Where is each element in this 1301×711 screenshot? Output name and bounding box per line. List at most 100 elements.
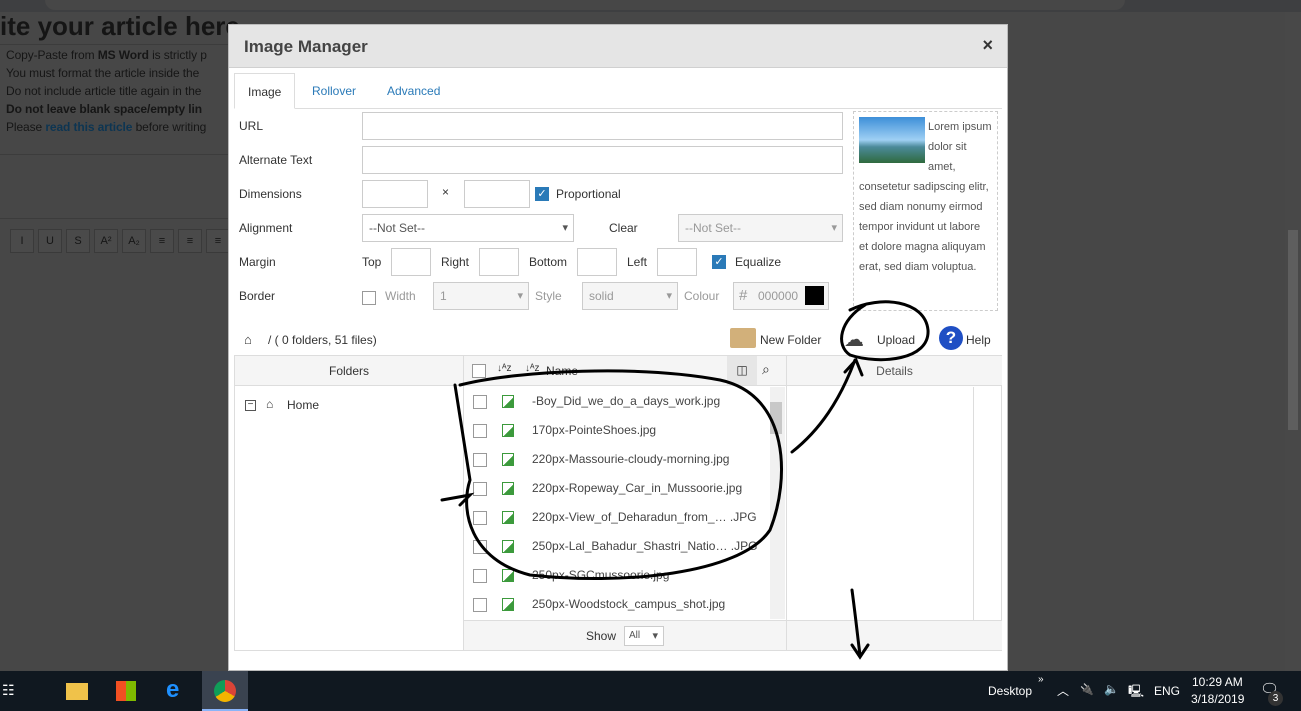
border-checkbox[interactable]	[362, 291, 376, 305]
alignment-select[interactable]: --Not Set--	[362, 214, 574, 242]
read-article-link[interactable]: read this article	[45, 120, 132, 134]
margin-left-input[interactable]	[657, 248, 697, 276]
network-icon[interactable]: 🖳	[1128, 682, 1144, 703]
file-name[interactable]: 220px-Ropeway_Car_in_Mussoorie.jpg	[532, 481, 742, 495]
align-center-button[interactable]: ≡	[178, 229, 202, 253]
file-checkbox[interactable]	[473, 395, 487, 409]
volume-icon[interactable]: 🔈	[1104, 682, 1119, 696]
subscript-button[interactable]: A₂	[122, 229, 146, 253]
border-style-label: Style	[535, 289, 562, 303]
close-button[interactable]: ×	[982, 35, 993, 56]
file-name[interactable]: 250px-Woodstock_campus_shot.jpg	[532, 597, 725, 611]
file-list-scroll-thumb[interactable]	[770, 402, 782, 434]
file-row[interactable]: 220px-Massourie-cloudy-morning.jpg	[464, 445, 769, 474]
align-left-button[interactable]: ≡	[150, 229, 174, 253]
folder-icon[interactable]	[730, 328, 756, 348]
italic-button[interactable]: I	[10, 229, 34, 253]
edge-icon[interactable]: e	[166, 676, 179, 704]
new-folder-button[interactable]: New Folder	[760, 333, 821, 347]
file-row[interactable]: 170px-PointeShoes.jpg	[464, 416, 769, 445]
image-manager-dialog: Image Manager × Image Rollover Advanced …	[228, 24, 1008, 671]
times-sign: ×	[442, 185, 450, 199]
file-row[interactable]: 220px-Ropeway_Car_in_Mussoorie.jpg	[464, 474, 769, 503]
store-icon[interactable]	[116, 681, 136, 701]
files-pane: ↓ᴬz ↓ᴬz Name ◫ ⌕ -Boy_Did_we_do_a_days_w…	[464, 356, 787, 650]
margin-bottom-input[interactable]	[577, 248, 617, 276]
chrome-icon	[214, 680, 236, 702]
strike-button[interactable]: S	[66, 229, 90, 253]
search-icon[interactable]: ⌕	[762, 361, 770, 378]
divider	[0, 44, 228, 45]
clear-select[interactable]: --Not Set--	[678, 214, 843, 242]
file-row[interactable]: -Boy_Did_we_do_a_days_work.jpg	[464, 387, 769, 416]
proportional-checkbox[interactable]: ✓	[535, 187, 549, 201]
collapse-icon[interactable]: −	[245, 400, 256, 411]
folder-home[interactable]: Home	[287, 398, 319, 412]
desktop-toolbar[interactable]: Desktop	[988, 684, 1032, 698]
help-button[interactable]: Help	[966, 333, 991, 347]
border-style-select[interactable]: solid	[582, 282, 678, 310]
image-file-icon	[502, 453, 514, 466]
file-explorer-icon[interactable]	[66, 683, 88, 700]
underline-button[interactable]: U	[38, 229, 62, 253]
colour-swatch[interactable]	[805, 286, 824, 305]
file-checkbox[interactable]	[473, 424, 487, 438]
file-checkbox[interactable]	[473, 569, 487, 583]
alt-text-label: Alternate Text	[239, 153, 313, 167]
name-column-header[interactable]: Name	[546, 364, 578, 378]
file-name[interactable]: -Boy_Did_we_do_a_days_work.jpg	[532, 394, 720, 408]
border-label: Border	[239, 289, 276, 303]
file-checkbox[interactable]	[473, 482, 487, 496]
file-row[interactable]: 250px-Woodstock_campus_shot.jpg	[464, 590, 769, 619]
margin-left-label: Left	[627, 255, 648, 269]
url-input[interactable]	[362, 112, 843, 140]
file-name[interactable]: 220px-Massourie-cloudy-morning.jpg	[532, 452, 729, 466]
file-name[interactable]: 170px-PointeShoes.jpg	[532, 423, 656, 437]
border-width-select[interactable]: 1	[433, 282, 529, 310]
superscript-button[interactable]: A²	[94, 229, 118, 253]
home-icon[interactable]: ⌂	[244, 332, 252, 347]
upload-button[interactable]: Upload	[877, 333, 915, 347]
margin-bottom-label: Bottom	[529, 255, 568, 269]
show-select[interactable]: All	[624, 626, 664, 646]
address-bar[interactable]	[45, 0, 1125, 10]
language-indicator[interactable]: ENG	[1154, 684, 1180, 698]
align-right-button[interactable]: ≡	[206, 229, 230, 253]
width-input[interactable]	[362, 180, 428, 208]
chevron-up-icon[interactable]: ︿	[1057, 682, 1069, 699]
file-row[interactable]: 250px-SGCmussoorie.jpg	[464, 561, 769, 590]
file-checkbox[interactable]	[473, 540, 487, 554]
sort-name-icon[interactable]: ↓ᴬz	[525, 363, 540, 374]
equalize-label: Equalize	[735, 255, 782, 269]
file-checkbox[interactable]	[473, 511, 487, 525]
select-all-checkbox[interactable]	[472, 364, 486, 378]
alt-text-input[interactable]	[362, 146, 843, 174]
cloud-upload-icon[interactable]: ☁	[844, 327, 864, 352]
battery-icon[interactable]: 🔌	[1080, 683, 1094, 696]
tab-image[interactable]: Image	[234, 73, 296, 109]
columns-view-icon[interactable]: ◫	[727, 356, 757, 385]
chrome-taskbar-button[interactable]	[202, 671, 248, 711]
file-row[interactable]: 250px-Lal_Bahadur_Shastri_Natio… .JPG	[464, 532, 769, 561]
clock-date[interactable]: 3/18/2019	[1191, 692, 1244, 706]
clock-time[interactable]: 10:29 AM	[1192, 675, 1243, 689]
file-checkbox[interactable]	[473, 598, 487, 612]
toolbar-expand-icon[interactable]: »	[1038, 674, 1044, 685]
help-icon[interactable]: ?	[939, 326, 963, 350]
margin-top-input[interactable]	[391, 248, 431, 276]
task-view-icon[interactable]: ☷	[2, 682, 15, 699]
file-name[interactable]: 220px-View_of_Deharadun_from_… .JPG	[532, 510, 757, 524]
height-input[interactable]	[464, 180, 530, 208]
file-name[interactable]: 250px-Lal_Bahadur_Shastri_Natio… .JPG	[532, 539, 757, 553]
tab-advanced[interactable]: Advanced	[374, 73, 453, 109]
sort-icon[interactable]: ↓ᴬz	[497, 363, 512, 374]
file-row[interactable]: 220px-View_of_Deharadun_from_… .JPG	[464, 503, 769, 532]
file-checkbox[interactable]	[473, 453, 487, 467]
page-scroll-thumb[interactable]	[1288, 230, 1298, 430]
image-file-icon	[502, 395, 514, 408]
alignment-label: Alignment	[239, 221, 293, 235]
margin-right-input[interactable]	[479, 248, 519, 276]
tab-rollover[interactable]: Rollover	[299, 73, 369, 109]
equalize-checkbox[interactable]: ✓	[712, 255, 726, 269]
file-name[interactable]: 250px-SGCmussoorie.jpg	[532, 568, 669, 582]
